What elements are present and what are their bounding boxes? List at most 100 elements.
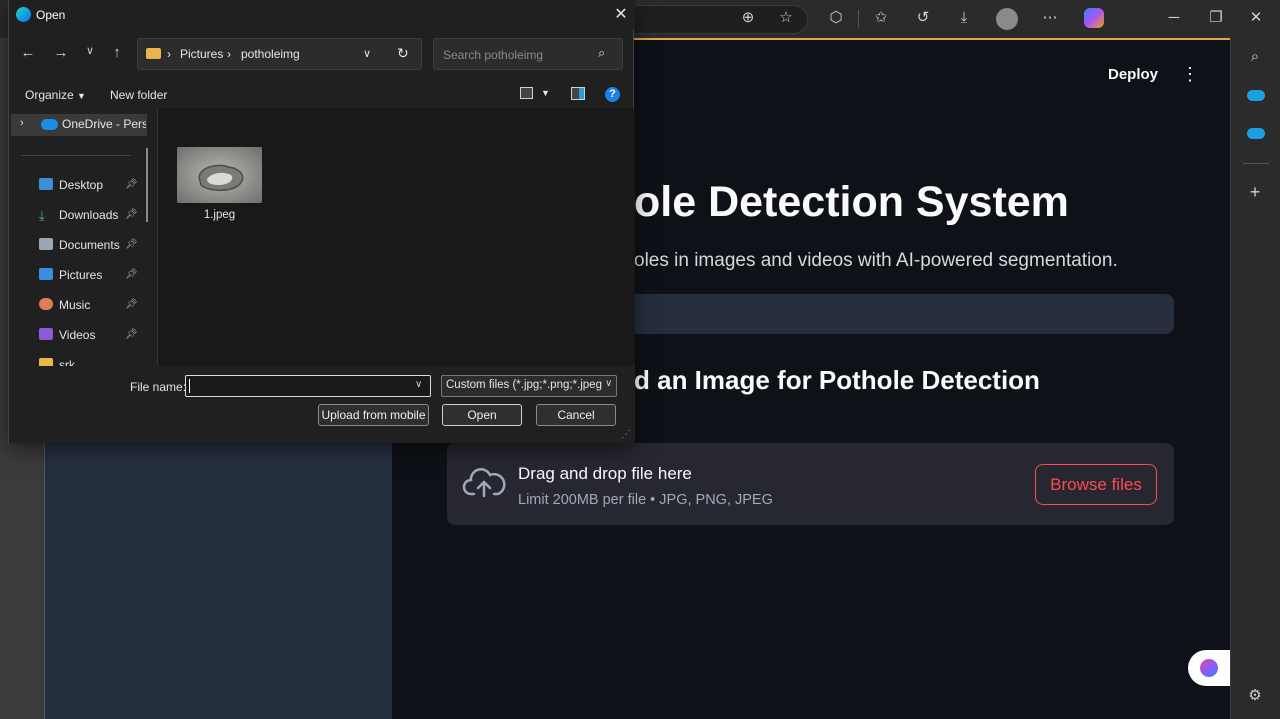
resize-grip-icon[interactable]: ⋰ (621, 429, 631, 440)
cancel-button[interactable]: Cancel (536, 404, 616, 426)
close-icon[interactable]: ✕ (611, 4, 631, 24)
upload-from-mobile-button[interactable]: Upload from mobile (318, 404, 429, 426)
nav-item-label: Videos (59, 328, 96, 342)
download-icon: ⤓ (39, 208, 45, 223)
folder-icon (146, 48, 161, 59)
main-menu-icon[interactable]: ⋮ (1180, 64, 1200, 85)
view-icon[interactable] (520, 87, 533, 99)
page-subtitle: oles in images and videos with AI-powere… (634, 250, 1118, 271)
nav-item-documents[interactable]: Documents 📌︎ (39, 235, 138, 255)
breadcrumb-separator: › (227, 47, 231, 61)
star-icon[interactable]: ☆ (775, 8, 797, 30)
gear-icon[interactable]: ⚙ (1244, 686, 1266, 708)
nav-item-music[interactable]: Music 📌︎ (39, 295, 138, 315)
organize-label: Organize (25, 88, 74, 102)
open-file-dialog: Open ✕ ← → ∨ ↑ › Pictures › potholeimg ∨… (8, 0, 635, 443)
chevron-down-icon[interactable]: ∨ (79, 44, 101, 57)
back-arrow-icon[interactable]: ← (17, 44, 39, 61)
browse-files-button[interactable]: Browse files (1035, 464, 1157, 505)
extensions-icon[interactable]: ⬡ (825, 8, 847, 30)
deploy-button[interactable]: Deploy (1108, 66, 1158, 83)
sidebar-divider (1243, 163, 1269, 164)
breadcrumb-item[interactable]: potholeimg (241, 47, 300, 61)
nav-item-onedrive[interactable]: › OneDrive - Perso (11, 114, 147, 136)
file-type-select[interactable]: Custom files (*.jpg;*.png;*.jpeg (441, 375, 617, 397)
new-folder-button[interactable]: New folder (110, 88, 167, 102)
nav-item-label: srk (59, 358, 75, 366)
organize-button[interactable]: Organize ▼ (25, 88, 86, 102)
pin-icon[interactable]: 📌︎ (125, 175, 138, 195)
cloud-icon[interactable] (1247, 128, 1265, 139)
nav-scrollbar[interactable] (146, 148, 148, 222)
file-thumbnail[interactable] (177, 147, 262, 203)
zoom-icon[interactable]: ⊕ (737, 8, 759, 30)
breadcrumb-separator: › (167, 47, 171, 61)
brain-icon (1200, 659, 1218, 677)
nav-item-srk[interactable]: srk (39, 355, 75, 366)
search-icon[interactable]: ⌕ (1244, 47, 1266, 69)
nav-item-label: Pictures (59, 268, 103, 282)
folder-icon (39, 358, 53, 366)
forward-arrow-icon[interactable]: → (50, 44, 72, 61)
file-type-value: Custom files (*.jpg;*.png;*.jpeg (446, 379, 602, 391)
pin-icon[interactable]: 📌︎ (125, 295, 138, 315)
pin-icon[interactable]: 📌︎ (125, 265, 138, 285)
desktop-icon (39, 178, 53, 190)
more-icon[interactable]: ⋯ (1039, 8, 1061, 30)
breadcrumb[interactable]: › Pictures › potholeimg ∨ ↻ (137, 38, 422, 70)
nav-item-label: Desktop (59, 178, 104, 192)
nav-item-label: OneDrive - Perso (62, 117, 146, 131)
minimize-icon[interactable]: ─ (1163, 8, 1185, 30)
pin-icon[interactable]: 📌︎ (125, 235, 138, 255)
chevron-down-icon[interactable]: ∨ (363, 47, 371, 60)
assistant-button[interactable] (1188, 650, 1230, 686)
chevron-right-icon[interactable]: › (20, 117, 24, 129)
nav-item-desktop[interactable]: Desktop 📌︎ (39, 175, 138, 195)
file-name-field[interactable]: ∨ (185, 375, 431, 397)
open-button[interactable]: Open (442, 404, 522, 426)
dropzone-limit: Limit 200MB per file • JPG, PNG, JPEG (518, 492, 773, 508)
nav-item-label: Documents (59, 238, 120, 252)
download-icon[interactable]: ⤓ (953, 8, 975, 30)
copilot-icon[interactable] (1084, 8, 1104, 28)
caret-down-icon: ▼ (77, 91, 86, 101)
pin-icon[interactable]: 📌︎ (125, 205, 138, 225)
help-icon[interactable]: ? (605, 87, 620, 102)
info-banner (634, 294, 1174, 334)
nav-item-pictures[interactable]: Pictures 📌︎ (39, 265, 138, 285)
favorites-icon[interactable]: ✩ (870, 8, 892, 30)
edge-logo-icon (16, 7, 31, 22)
file-name-label[interactable]: 1.jpeg (177, 209, 262, 221)
window-close-icon[interactable]: ✕ (1245, 8, 1267, 30)
app-sidebar-panel (44, 440, 392, 719)
browser-sidebar: ⌕ + ⚙ (1230, 38, 1280, 719)
toolbar-divider (858, 10, 859, 28)
up-arrow-icon[interactable]: ↑ (106, 44, 128, 61)
refresh-icon[interactable]: ↻ (397, 45, 409, 62)
search-icon: ⌕ (598, 45, 606, 60)
restore-icon[interactable]: ❐ (1205, 8, 1227, 30)
nav-item-label: Downloads (59, 208, 119, 222)
breadcrumb-item[interactable]: Pictures (180, 47, 223, 61)
chevron-down-icon[interactable]: ∨ (415, 379, 422, 390)
plus-icon[interactable]: + (1244, 182, 1266, 204)
cloud-upload-icon (462, 468, 506, 498)
cloud-icon[interactable] (1247, 90, 1265, 101)
history-icon[interactable]: ↺ (912, 8, 934, 30)
preview-pane-icon[interactable] (571, 87, 585, 100)
caret-down-icon[interactable]: ▼ (541, 88, 550, 98)
videos-icon (39, 328, 53, 340)
text-cursor (189, 379, 190, 393)
upload-heading: d an Image for Pothole Detection (634, 365, 1040, 395)
dialog-toolbar: Organize ▼ New folder ▼ ? (9, 80, 635, 108)
nav-item-videos[interactable]: Videos 📌︎ (39, 325, 138, 345)
chevron-down-icon[interactable]: ∨ (603, 378, 615, 389)
pothole-image (177, 147, 262, 203)
nav-item-downloads[interactable]: ⤓ Downloads 📌︎ (39, 205, 138, 225)
dialog-titlebar: Open ✕ (9, 0, 635, 30)
search-input[interactable]: Search potholeimg ⌕ (433, 38, 623, 70)
pictures-icon (39, 268, 53, 280)
pin-icon[interactable]: 📌︎ (125, 325, 138, 345)
profile-icon[interactable] (996, 8, 1018, 30)
file-name-field-label: File name: (130, 380, 187, 394)
